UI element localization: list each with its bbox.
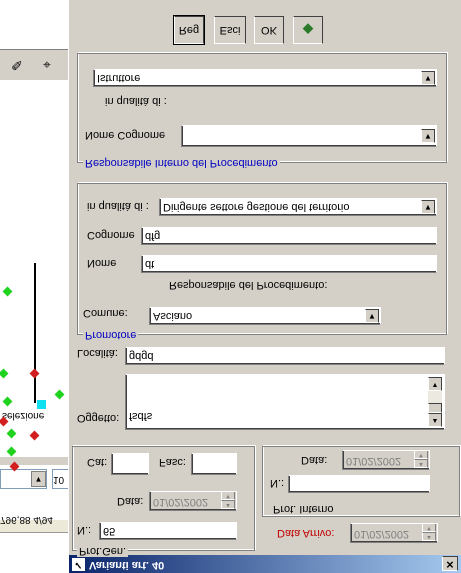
spin-down-icon[interactable]: ▼ <box>414 450 428 459</box>
green-marker <box>54 389 65 400</box>
nome-field[interactable]: dt <box>141 255 437 273</box>
green-marker <box>2 286 13 297</box>
background-top-text: 796,88 4/94 <box>0 514 53 525</box>
oggetto-textarea[interactable]: fsdfs ▲ ▼ <box>125 374 445 430</box>
prot-interno-num-field[interactable] <box>288 475 430 493</box>
window-title: Varianti art. 40 <box>89 559 165 571</box>
promotore-legend: Promotore <box>83 329 139 341</box>
scroll-down-icon[interactable]: ▼ <box>428 377 442 391</box>
qualita-select[interactable]: Dirigente settore gestione del territori… <box>159 198 437 216</box>
qualita-interno-select[interactable]: Istruttore ▼ <box>93 69 437 87</box>
green-marker <box>0 368 9 379</box>
qualita-label: in qualità di : <box>87 200 149 212</box>
green-marker <box>6 428 17 439</box>
comune-value: Asciano <box>153 310 193 322</box>
localita-field[interactable]: gdgd <box>125 347 445 365</box>
wand-icon[interactable]: ✎ <box>8 56 26 74</box>
qualita-interno-value: Istruttore <box>97 72 141 84</box>
spin-up-icon[interactable]: ▲ <box>422 532 436 541</box>
nome-cognome-label: Nome Cognome <box>85 129 166 141</box>
localita-label: Località: <box>77 347 118 359</box>
close-button[interactable]: ✕ <box>442 556 458 571</box>
qualita-interno-label: in qualità di : <box>105 95 167 107</box>
screen: 796,88 4/94 ▼ 10 selezione ✎ ⌖ ✓ Variant… <box>0 0 461 573</box>
prot-interno-date-value: 01/02/2002 <box>346 455 402 467</box>
red-marker <box>29 368 40 379</box>
responsabile-interno-legend: Responsabile Interno del Procedimento <box>83 157 280 169</box>
esci-button[interactable]: Esci <box>214 16 246 44</box>
book-button[interactable]: ◆ <box>293 16 323 44</box>
nome-cognome-select[interactable]: ▼ <box>181 125 437 147</box>
comune-label: Comune: <box>83 307 128 319</box>
prot-interno-num-label: N.: <box>270 477 285 489</box>
book-icon: ◆ <box>302 22 314 38</box>
date-spinner[interactable]: ▲ ▼ <box>422 523 436 541</box>
prot-interno-date-field[interactable]: 01/02/2002 ▲ ▼ <box>342 450 430 470</box>
data-arrivo-label: Data Arrivo: <box>277 527 335 539</box>
qualita-value: Dirigente settore gestione del territori… <box>163 201 350 213</box>
prot-gen-num-label: N.: <box>77 524 92 536</box>
cognome-field[interactable]: dfg <box>141 227 437 245</box>
spin-up-icon[interactable]: ▲ <box>414 459 428 468</box>
background-band <box>0 457 68 465</box>
date-spinner[interactable]: ▲ ▼ <box>414 450 428 468</box>
cognome-label: Cognome <box>87 229 135 241</box>
green-marker <box>2 396 13 407</box>
background-app: 796,88 4/94 ▼ 10 selezione ✎ ⌖ <box>0 0 70 573</box>
nome-label: Nome <box>87 257 117 269</box>
prot-gen-date-field[interactable]: 01/02/2002 ▲ ▼ <box>149 491 237 511</box>
oggetto-scrollbar[interactable]: ▲ ▼ <box>428 377 442 427</box>
chevron-down-icon[interactable]: ▼ <box>421 200 435 214</box>
profile-line <box>34 263 36 403</box>
prot-gen-legend: Prot.Gen. <box>77 545 129 557</box>
cat-label: Cat: <box>87 456 108 468</box>
prot-gen-date-label: Data: <box>117 495 144 507</box>
chevron-down-icon[interactable]: ▼ <box>31 471 46 487</box>
cat-field[interactable] <box>111 453 149 475</box>
responsabile-procedimento-heading: Responsabile del Procedimento: <box>169 279 328 291</box>
cyan-marker <box>37 400 46 409</box>
chevron-down-icon[interactable]: ▼ <box>421 129 435 143</box>
dialog-varianti: ✓ Varianti art. 40 ✕ Prot.Gen. N.: 65 Da… <box>68 0 461 573</box>
chevron-down-icon[interactable]: ▼ <box>421 71 435 85</box>
oggetto-label: Oggetto: <box>77 412 120 424</box>
red-marker <box>29 430 40 441</box>
fasc-label: Fasc: <box>159 456 186 468</box>
green-marker <box>6 446 17 457</box>
chevron-down-icon[interactable]: ▼ <box>365 309 379 323</box>
background-selection-label: selezione <box>2 410 45 421</box>
oggetto-value: fsdfs <box>129 410 153 422</box>
comune-select[interactable]: Asciano ▼ <box>149 307 381 325</box>
data-arrivo-field[interactable]: 01/02/2002 ▲ ▼ <box>350 523 438 543</box>
reg-button[interactable]: Reg <box>173 15 205 45</box>
title-bar: ✓ Varianti art. 40 ✕ <box>69 555 461 573</box>
scroll-up-icon[interactable]: ▲ <box>428 413 442 427</box>
data-arrivo-value: 01/02/2002 <box>354 528 410 540</box>
background-toolbar: ✎ ⌖ <box>0 49 68 81</box>
date-spinner[interactable]: ▲ ▼ <box>221 491 235 509</box>
ok-button[interactable]: OK <box>254 16 284 44</box>
spin-down-icon[interactable]: ▼ <box>221 491 235 500</box>
spin-up-icon[interactable]: ▲ <box>221 500 235 509</box>
app-icon: ✓ <box>72 558 85 571</box>
fasc-field[interactable] <box>191 453 237 475</box>
prot-gen-date-value: 01/02/2002 <box>153 496 209 508</box>
flipped-canvas: 796,88 4/94 ▼ 10 selezione ✎ ⌖ ✓ Variant… <box>0 0 461 573</box>
spin-down-icon[interactable]: ▼ <box>422 523 436 532</box>
prot-gen-num-field[interactable]: 65 <box>99 522 237 540</box>
cursor-icon[interactable]: ⌖ <box>38 56 56 74</box>
prot-interno-legend: Prot. Interno <box>271 503 336 515</box>
scroll-thumb[interactable] <box>428 403 442 413</box>
prot-interno-date-label: Data: <box>301 454 328 466</box>
